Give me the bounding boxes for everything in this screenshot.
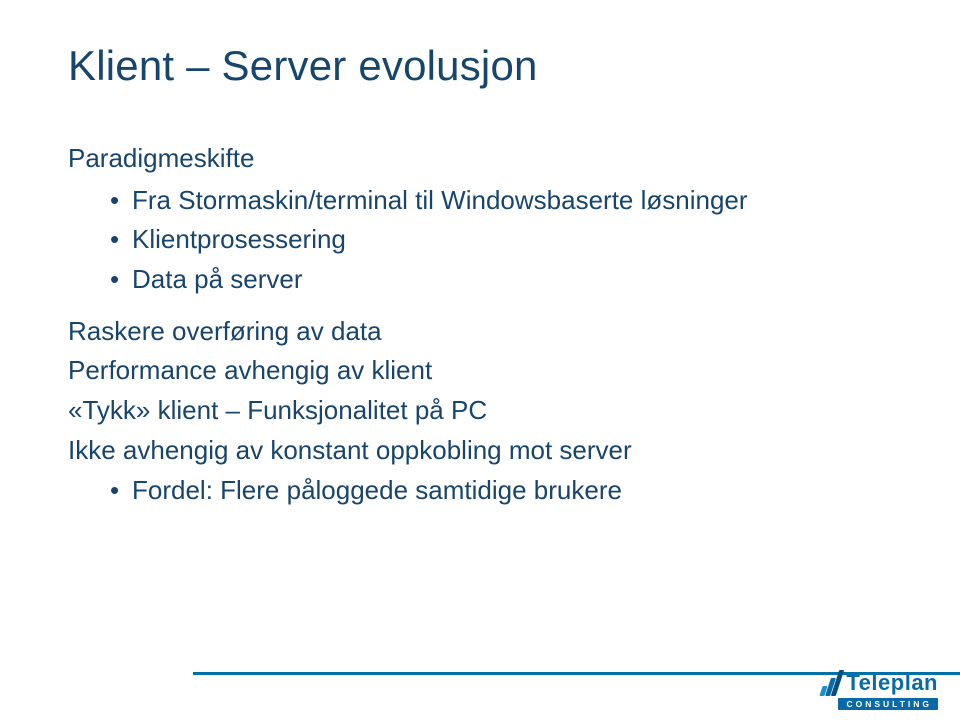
brand-subtext: CONSULTING	[838, 698, 938, 710]
brand-name: Teleplan	[846, 670, 938, 696]
slide-footer: Teleplan CONSULTING	[0, 660, 960, 720]
slide-content: Paradigmeskifte Fra Stormaskin/terminal …	[68, 140, 900, 509]
body-line: Performance avhengig av klient	[68, 352, 900, 390]
bullet-item: Fordel: Flere påloggede samtidige bruker…	[110, 472, 900, 510]
brand-logo: Teleplan CONSULTING	[821, 670, 938, 710]
slide-title: Klient – Server evolusjon	[68, 42, 900, 90]
footer-stripe	[0, 672, 960, 675]
body-line: Raskere overføring av data	[68, 313, 900, 351]
brand-logo-top: Teleplan	[821, 670, 938, 696]
body-line: «Tykk» klient – Funksjonalitet på PC	[68, 392, 900, 430]
bullet-item: Data på server	[110, 261, 900, 299]
bullet-item: Klientprosessering	[110, 221, 900, 259]
paradigm-bullet-list: Fra Stormaskin/terminal til Windowsbaser…	[68, 182, 900, 299]
advantage-bullet-list: Fordel: Flere påloggede samtidige bruker…	[68, 472, 900, 510]
bullet-item: Fra Stormaskin/terminal til Windowsbaser…	[110, 182, 900, 220]
body-line: Ikke avhengig av konstant oppkobling mot…	[68, 432, 900, 470]
slide: Klient – Server evolusjon Paradigmeskift…	[0, 0, 960, 720]
paradigm-heading: Paradigmeskifte	[68, 140, 900, 178]
brand-mark-icon	[821, 670, 840, 696]
footer-stripe-gap	[175, 672, 187, 675]
